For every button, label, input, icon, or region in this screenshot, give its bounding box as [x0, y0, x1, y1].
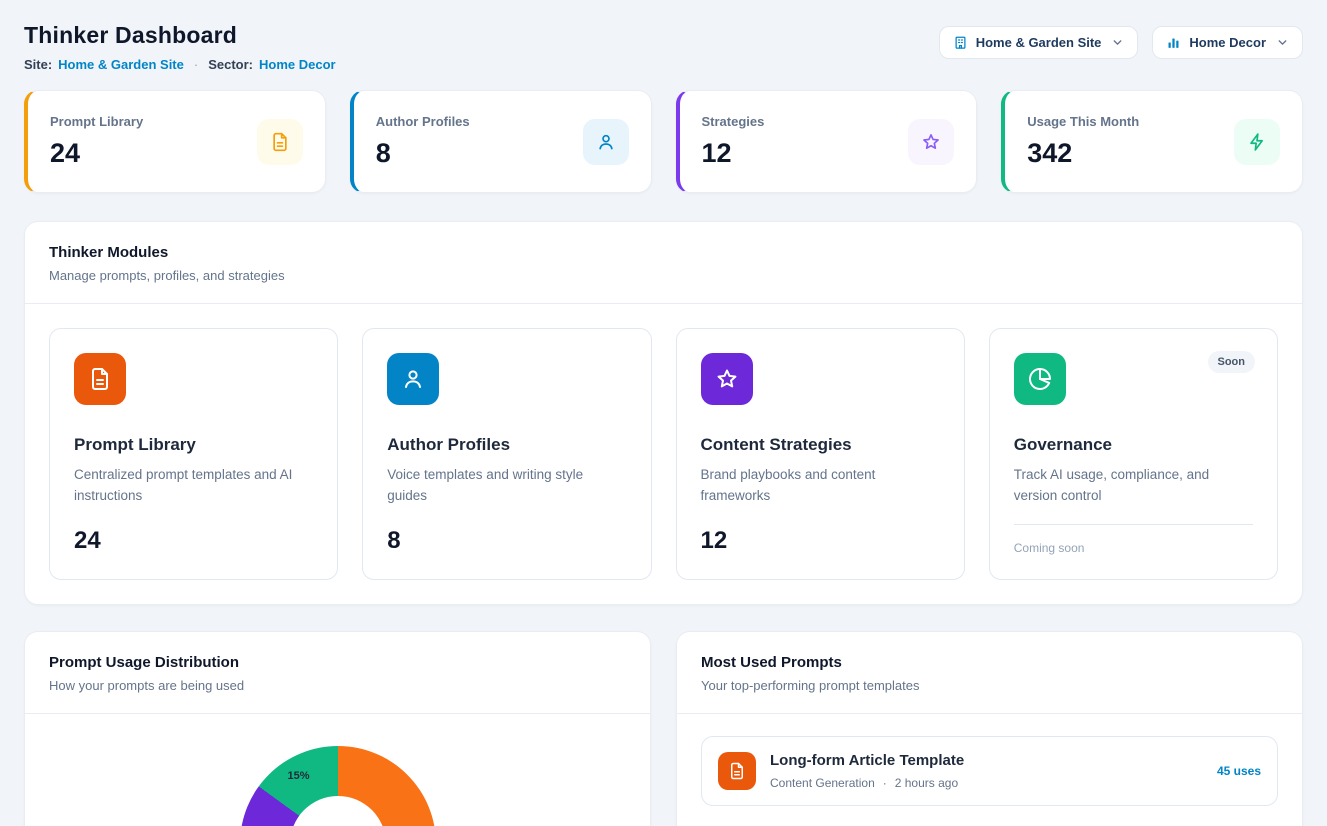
usage-distribution-header: Prompt Usage Distribution How your promp… [25, 632, 650, 713]
donut-chart-area: 15% [25, 714, 650, 826]
prompt-item-uses-badge: 45 uses [1217, 764, 1261, 778]
module-title: Content Strategies [701, 435, 940, 455]
module-card-author-profiles[interactable]: Author Profiles Voice templates and writ… [362, 328, 651, 580]
bar-chart-icon [1166, 35, 1181, 50]
prompt-list-item[interactable]: Long-form Article Template Content Gener… [701, 736, 1278, 806]
meta-separator: · [883, 776, 887, 790]
breadcrumb-separator: · [194, 57, 198, 72]
chevron-down-icon [1111, 36, 1124, 49]
sector-link[interactable]: Home Decor [259, 57, 336, 72]
modules-grid: Prompt Library Centralized prompt templa… [25, 304, 1302, 604]
most-used-prompts-panel: Most Used Prompts Your top-performing pr… [676, 631, 1303, 826]
donut-chart: 15% [240, 746, 436, 826]
sector-selector-dropdown[interactable]: Home Decor [1152, 26, 1303, 59]
breadcrumb: Site: Home & Garden Site · Sector: Home … [24, 57, 336, 72]
user-icon [387, 353, 439, 405]
usage-distribution-subtitle: How your prompts are being used [49, 678, 626, 693]
document-icon [718, 752, 756, 790]
donut-hole [290, 796, 386, 826]
sparkle-star-icon [908, 119, 954, 165]
module-description: Track AI usage, compliance, and version … [1014, 465, 1253, 507]
prompt-item-category: Content Generation [770, 776, 875, 790]
most-used-list: Long-form Article Template Content Gener… [677, 714, 1302, 826]
thinker-modules-section: Thinker Modules Manage prompts, profiles… [24, 221, 1303, 605]
module-title: Author Profiles [387, 435, 626, 455]
module-count: 8 [387, 527, 626, 555]
stat-value: 342 [1027, 138, 1139, 169]
sector-label: Sector: [208, 57, 253, 72]
building-icon [953, 35, 968, 50]
module-card-content-strategies[interactable]: Content Strategies Brand playbooks and c… [676, 328, 965, 580]
chevron-down-icon [1276, 36, 1289, 49]
prompt-item-title: Long-form Article Template [770, 752, 1203, 769]
site-selector-dropdown[interactable]: Home & Garden Site [939, 26, 1139, 59]
document-icon [74, 353, 126, 405]
most-used-subtitle: Your top-performing prompt templates [701, 678, 1278, 693]
stat-text: Strategies 12 [702, 114, 765, 169]
divider [1014, 524, 1253, 525]
prompt-item-text: Long-form Article Template Content Gener… [770, 752, 1203, 790]
page-title: Thinker Dashboard [24, 22, 336, 49]
topbar-left: Thinker Dashboard Site: Home & Garden Si… [24, 22, 336, 72]
module-description: Voice templates and writing style guides [387, 465, 626, 507]
document-icon [257, 119, 303, 165]
modules-title: Thinker Modules [49, 244, 1278, 261]
module-card-governance[interactable]: Soon Governance Track AI usage, complian… [989, 328, 1278, 580]
sector-selector-label: Home Decor [1189, 35, 1266, 50]
stat-card-usage: Usage This Month 342 [1001, 90, 1303, 193]
modules-header: Thinker Modules Manage prompts, profiles… [25, 222, 1302, 303]
stat-card-prompt-library: Prompt Library 24 [24, 90, 326, 193]
module-title: Governance [1014, 435, 1253, 455]
module-title: Prompt Library [74, 435, 313, 455]
bottom-section: Prompt Usage Distribution How your promp… [24, 631, 1303, 826]
module-description: Brand playbooks and content frameworks [701, 465, 940, 507]
stat-card-strategies: Strategies 12 [676, 90, 978, 193]
site-selector-label: Home & Garden Site [976, 35, 1102, 50]
stat-label: Strategies [702, 114, 765, 129]
site-label: Site: [24, 57, 52, 72]
stat-value: 8 [376, 138, 470, 169]
usage-distribution-panel: Prompt Usage Distribution How your promp… [24, 631, 651, 826]
most-used-header: Most Used Prompts Your top-performing pr… [677, 632, 1302, 713]
sparkle-star-icon [701, 353, 753, 405]
stat-label: Prompt Library [50, 114, 143, 129]
coming-soon-text: Coming soon [1014, 541, 1253, 555]
soon-badge: Soon [1208, 351, 1256, 373]
topbar: Thinker Dashboard Site: Home & Garden Si… [24, 22, 1303, 72]
module-count: 24 [74, 527, 313, 555]
module-description: Centralized prompt templates and AI inst… [74, 465, 313, 507]
stats-row: Prompt Library 24 Author Profiles 8 Stra… [24, 90, 1303, 193]
stat-label: Author Profiles [376, 114, 470, 129]
modules-subtitle: Manage prompts, profiles, and strategies [49, 268, 1278, 283]
usage-distribution-title: Prompt Usage Distribution [49, 654, 626, 671]
donut-segment-label: 15% [288, 770, 310, 782]
prompt-item-meta: Content Generation · 2 hours ago [770, 776, 1203, 790]
site-link[interactable]: Home & Garden Site [58, 57, 184, 72]
stat-text: Author Profiles 8 [376, 114, 470, 169]
most-used-title: Most Used Prompts [701, 654, 1278, 671]
stat-label: Usage This Month [1027, 114, 1139, 129]
topbar-right: Home & Garden Site Home Decor [939, 22, 1303, 59]
module-count: 12 [701, 527, 940, 555]
stat-value: 24 [50, 138, 143, 169]
stat-card-author-profiles: Author Profiles 8 [350, 90, 652, 193]
stat-text: Prompt Library 24 [50, 114, 143, 169]
pie-chart-icon [1014, 353, 1066, 405]
dashboard-page: Thinker Dashboard Site: Home & Garden Si… [0, 0, 1327, 826]
prompt-item-time: 2 hours ago [895, 776, 958, 790]
lightning-icon [1234, 119, 1280, 165]
user-icon [583, 119, 629, 165]
module-card-prompt-library[interactable]: Prompt Library Centralized prompt templa… [49, 328, 338, 580]
stat-text: Usage This Month 342 [1027, 114, 1139, 169]
stat-value: 12 [702, 138, 765, 169]
